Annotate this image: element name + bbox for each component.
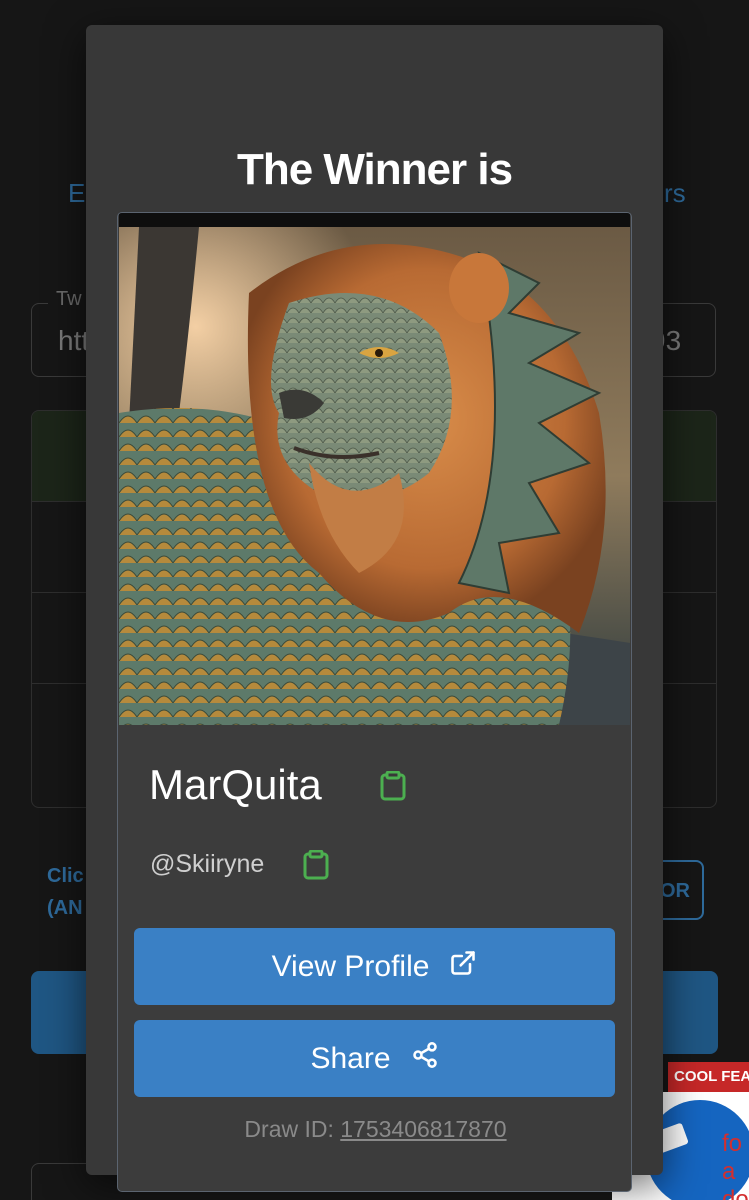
draw-id-label: Draw ID: [244, 1116, 334, 1142]
draw-id-link[interactable]: 1753406817870 [340, 1116, 506, 1142]
ad-text: fo a do [722, 1130, 749, 1200]
winner-name: MarQuita [149, 761, 322, 808]
external-link-icon [449, 949, 477, 985]
view-profile-label: View Profile [271, 949, 430, 983]
page: E rs Tw htt 93 Clic (AN OR COOL FEA fo a… [0, 0, 749, 1200]
winner-avatar-image [119, 213, 630, 725]
background-field-legend: Tw [48, 288, 90, 311]
ad-text-line-2: a do [722, 1158, 749, 1200]
share-button[interactable]: Share [134, 1020, 615, 1097]
ad-badge[interactable]: COOL FEA [668, 1062, 749, 1092]
background-click-line-1: Clic [47, 865, 84, 887]
copy-name-clipboard-icon[interactable] [380, 770, 406, 801]
share-icon [411, 1040, 439, 1078]
modal-title: The Winner is [236, 145, 513, 194]
winner-handle: @Skiiryne [150, 850, 265, 878]
background-tab-left: E [68, 178, 86, 208]
winner-card: MarQuita @Skiiryne View Profile Share Dr… [117, 212, 632, 1192]
background-click-line-2: (AN [47, 897, 83, 919]
background-click-text: Clic (AN [47, 860, 84, 924]
background-field-value-left: htt [58, 325, 90, 356]
winner-modal: The Winner is MarQuita @Skiiryne View Pr… [86, 25, 663, 1192]
share-label: Share [310, 1041, 391, 1075]
draw-id: Draw ID: 1753406817870 [118, 1116, 631, 1143]
view-profile-button[interactable]: View Profile [134, 928, 615, 1005]
copy-handle-clipboard-icon[interactable] [303, 849, 329, 880]
background-tab-right: rs [664, 178, 686, 208]
ad-text-line-1: fo [722, 1130, 743, 1157]
